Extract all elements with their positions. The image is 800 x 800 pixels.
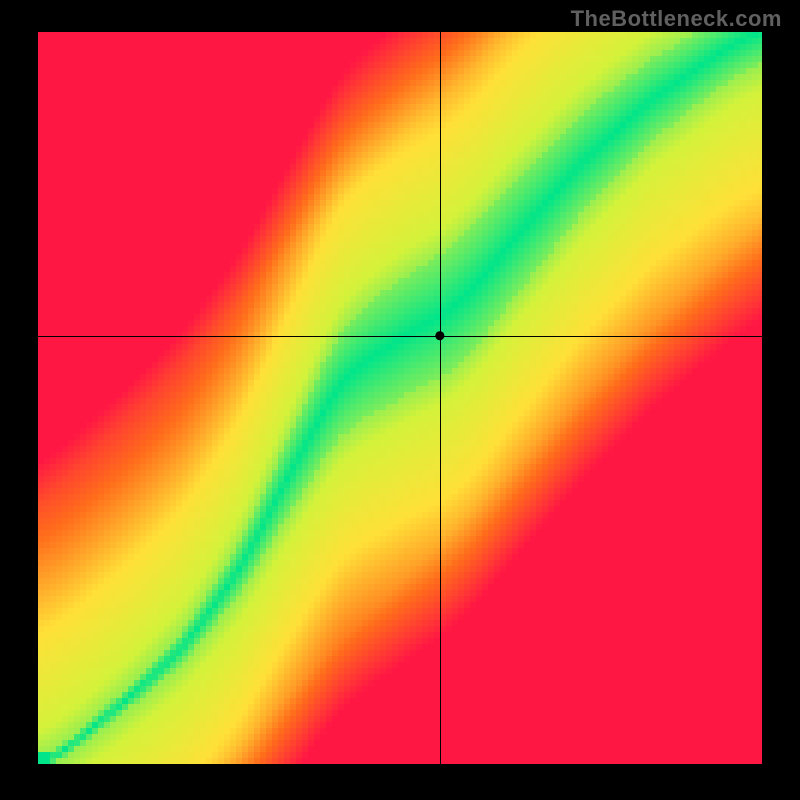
bottleneck-heatmap <box>38 32 762 764</box>
watermark-text: TheBottleneck.com <box>571 6 782 32</box>
plot-frame: TheBottleneck.com <box>0 0 800 800</box>
